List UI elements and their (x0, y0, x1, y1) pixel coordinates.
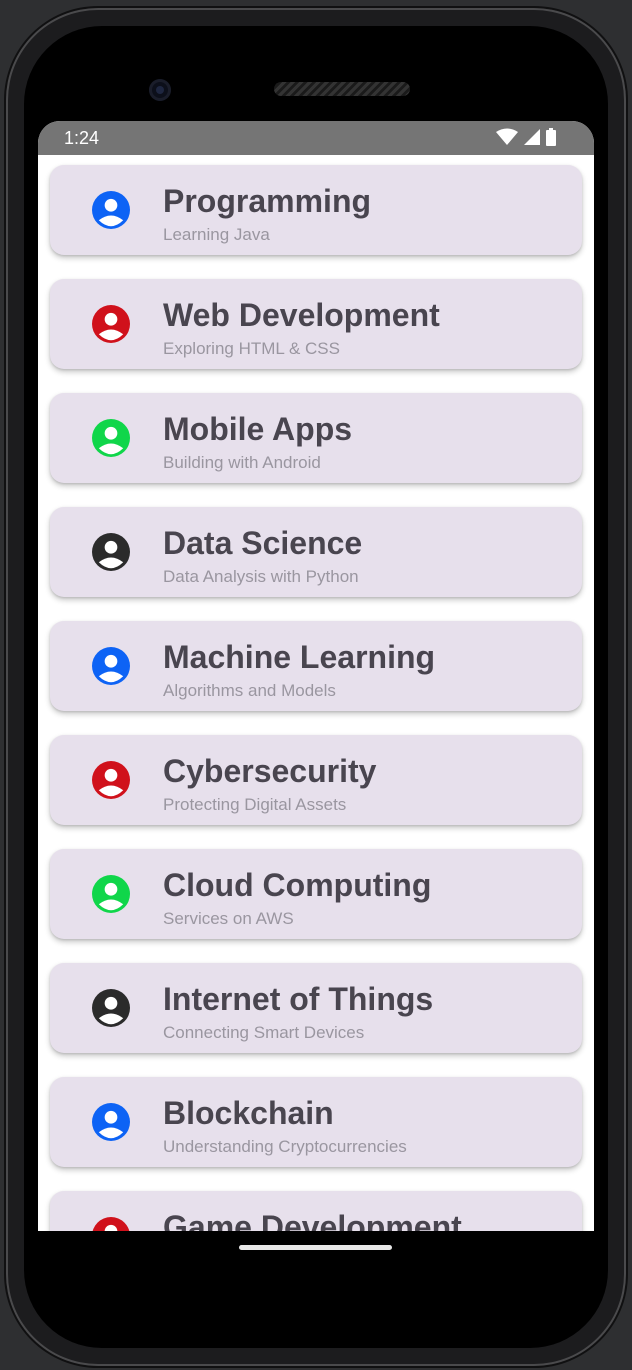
account-circle-icon (92, 191, 130, 229)
item-subtitle: Exploring HTML & CSS (163, 339, 340, 358)
item-title: Mobile Apps (163, 411, 353, 447)
item-subtitle: Learning Java (163, 225, 270, 244)
list-item[interactable]: Game Development (50, 1191, 582, 1231)
item-title: Internet of Things (163, 981, 434, 1017)
status-icons (496, 128, 556, 146)
account-circle-icon (92, 761, 130, 799)
item-title: Machine Learning (163, 639, 436, 675)
front-camera (149, 79, 171, 101)
item-title: Web Development (163, 297, 440, 333)
list-item[interactable]: Cloud Computing Services on AWS (50, 849, 582, 939)
list-item[interactable]: Cybersecurity Protecting Digital Assets (50, 735, 582, 825)
earpiece-speaker (274, 82, 410, 96)
list-item[interactable]: Blockchain Understanding Cryptocurrencie… (50, 1077, 582, 1167)
list-item[interactable]: Internet of Things Connecting Smart Devi… (50, 963, 582, 1053)
account-circle-icon (92, 533, 130, 571)
list-item[interactable]: Machine Learning Algorithms and Models (50, 621, 582, 711)
signal-icon (524, 129, 540, 145)
wifi-icon (496, 128, 518, 145)
item-subtitle: Understanding Cryptocurrencies (163, 1137, 407, 1156)
item-title: Game Development (163, 1209, 462, 1231)
account-circle-icon (92, 989, 130, 1027)
list-item[interactable]: Data Science Data Analysis with Python (50, 507, 582, 597)
list-item[interactable]: Web Development Exploring HTML & CSS (50, 279, 582, 369)
item-title: Programming (163, 183, 372, 219)
list-item[interactable]: Mobile Apps Building with Android (50, 393, 582, 483)
home-indicator[interactable] (239, 1245, 392, 1250)
item-subtitle: Building with Android (163, 453, 321, 472)
item-title: Blockchain (163, 1095, 334, 1131)
account-circle-icon (92, 419, 130, 457)
item-title: Cloud Computing (163, 867, 432, 903)
account-circle-icon (92, 647, 130, 685)
account-circle-icon (92, 1217, 130, 1231)
account-circle-icon (92, 875, 130, 913)
item-subtitle: Protecting Digital Assets (163, 795, 347, 814)
battery-icon (546, 128, 556, 146)
item-subtitle: Data Analysis with Python (163, 567, 359, 586)
status-bar: 1:24 (38, 121, 594, 155)
list-item[interactable]: Programming Learning Java (50, 165, 582, 255)
account-circle-icon (92, 305, 130, 343)
topic-list: Programming Learning Java Web Developmen… (38, 155, 594, 1231)
item-subtitle: Connecting Smart Devices (163, 1023, 365, 1042)
screen: 1:24 Programming Learning Java Web Devel… (38, 121, 594, 1231)
item-subtitle: Services on AWS (163, 909, 294, 928)
account-circle-icon (92, 1103, 130, 1141)
status-time: 1:24 (64, 128, 100, 148)
item-title: Data Science (163, 525, 363, 561)
item-subtitle: Algorithms and Models (163, 681, 336, 700)
item-title: Cybersecurity (163, 753, 377, 789)
